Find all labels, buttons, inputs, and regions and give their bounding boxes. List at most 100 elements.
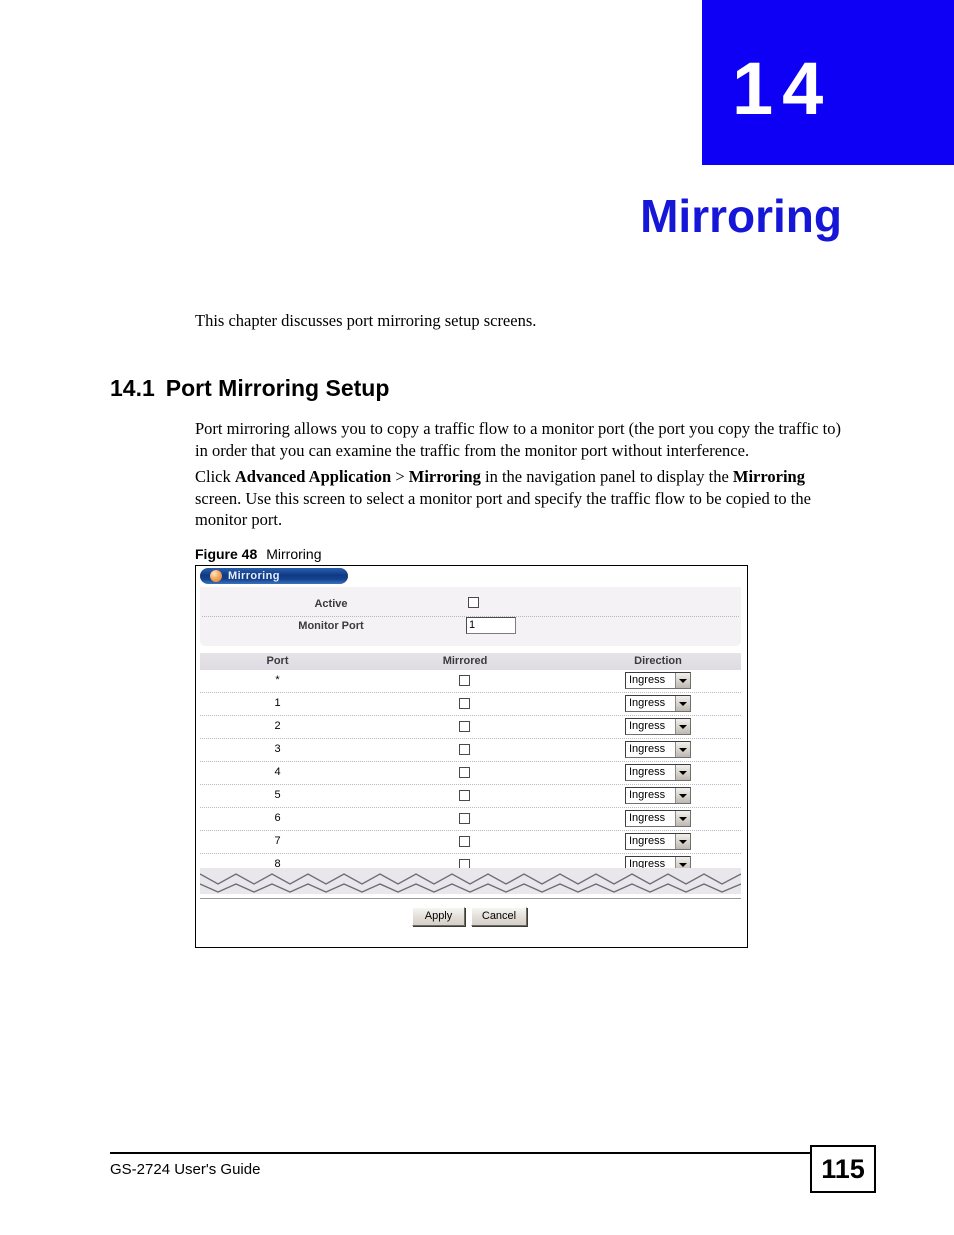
- chapter-number-banner: 14: [702, 0, 954, 165]
- direction-select[interactable]: Ingress: [625, 741, 691, 758]
- paragraph-2-text-3: in the navigation panel to display the: [480, 467, 733, 486]
- mirrored-checkbox[interactable]: [459, 836, 470, 847]
- direction-select-value: Ingress: [629, 812, 666, 824]
- orange-sphere-icon: [210, 570, 222, 582]
- chevron-down-icon[interactable]: [675, 742, 690, 757]
- chevron-down-icon[interactable]: [675, 834, 690, 849]
- active-label: Active: [314, 598, 348, 610]
- chevron-down-icon[interactable]: [675, 788, 690, 803]
- chevron-down-icon[interactable]: [675, 811, 690, 826]
- cell-direction: Ingress: [575, 670, 741, 692]
- cell-direction: Ingress: [575, 785, 741, 807]
- cell-direction: Ingress: [575, 831, 741, 853]
- cell-mirrored: [355, 831, 575, 853]
- cell-direction: Ingress: [575, 739, 741, 761]
- table-row: 4 Ingress: [200, 762, 741, 785]
- table-row: 5 Ingress: [200, 785, 741, 808]
- direction-select-value: Ingress: [629, 697, 666, 709]
- direction-select[interactable]: Ingress: [625, 718, 691, 735]
- zigzag-graphic: [200, 873, 741, 893]
- cell-port: 2: [274, 720, 281, 732]
- chapter-number: 14: [732, 47, 833, 130]
- cell-direction: Ingress: [575, 762, 741, 784]
- figure-caption-text: Mirroring: [266, 546, 322, 562]
- direction-select-value: Ingress: [629, 743, 666, 755]
- paragraph-2-text-4: screen. Use this screen to select a moni…: [195, 488, 811, 530]
- column-header-mirrored: Mirrored: [442, 655, 488, 667]
- settings-row-active: Active: [200, 595, 741, 616]
- mirrored-checkbox[interactable]: [459, 767, 470, 778]
- direction-select[interactable]: Ingress: [625, 695, 691, 712]
- figure-screenshot-frame: Mirroring Active Monitor Port 1 Port Mir…: [195, 565, 748, 948]
- page-number: 115: [821, 1154, 865, 1184]
- section-title: Port Mirroring Setup: [165, 375, 390, 401]
- screen-title-label: Mirroring: [228, 570, 280, 582]
- cell-port: 4: [274, 766, 281, 778]
- cell-port: 3: [274, 743, 281, 755]
- cell-direction: Ingress: [575, 716, 741, 738]
- table-body: * Ingress 1 Ingress 2 Ingress 3 Ingress 4 Ingress…: [200, 670, 741, 877]
- paragraph-2-bold-2: Mirroring: [408, 467, 481, 486]
- monitor-port-label: Monitor Port: [298, 620, 364, 632]
- direction-select[interactable]: Ingress: [625, 764, 691, 781]
- column-header-port: Port: [266, 655, 289, 667]
- footer-divider: [110, 1152, 810, 1154]
- cell-port: *: [275, 674, 280, 686]
- chevron-down-icon[interactable]: [675, 719, 690, 734]
- section-heading: 14.1 Port Mirroring Setup: [110, 374, 389, 402]
- figure-caption: Figure 48 Mirroring: [195, 546, 321, 563]
- apply-button[interactable]: Apply: [412, 907, 465, 926]
- chevron-down-icon[interactable]: [675, 673, 690, 688]
- monitor-port-input[interactable]: 1: [466, 617, 516, 634]
- paragraph-2-bold-1: Advanced Application: [234, 467, 392, 486]
- section-paragraph-2: Click Advanced Application > Mirroring i…: [195, 466, 843, 531]
- footer-guide-name: GS-2724 User's Guide: [110, 1161, 261, 1178]
- direction-select[interactable]: Ingress: [625, 787, 691, 804]
- table-row: * Ingress: [200, 670, 741, 693]
- direction-select-value: Ingress: [629, 835, 666, 847]
- cell-port: 7: [274, 835, 281, 847]
- screen-button-bar: Apply Cancel: [200, 898, 741, 933]
- mirrored-checkbox[interactable]: [459, 790, 470, 801]
- mirrored-checkbox[interactable]: [459, 698, 470, 709]
- direction-select[interactable]: Ingress: [625, 672, 691, 689]
- port-mirroring-table: Port Mirrored Direction * Ingress 1 Ingress…: [200, 653, 741, 877]
- table-row: 3 Ingress: [200, 739, 741, 762]
- chevron-down-icon[interactable]: [675, 696, 690, 711]
- mirrored-checkbox[interactable]: [459, 813, 470, 824]
- paragraph-2-text-1: Click: [195, 467, 235, 486]
- chevron-down-icon[interactable]: [675, 765, 690, 780]
- direction-select[interactable]: Ingress: [625, 833, 691, 850]
- active-checkbox[interactable]: [468, 597, 479, 608]
- chapter-intro-text: This chapter discusses port mirroring se…: [195, 311, 537, 330]
- mirrored-checkbox[interactable]: [459, 744, 470, 755]
- table-row: 2 Ingress: [200, 716, 741, 739]
- cell-direction: Ingress: [575, 693, 741, 715]
- table-row: 7 Ingress: [200, 831, 741, 854]
- cell-direction: Ingress: [575, 808, 741, 830]
- section-paragraph-1: Port mirroring allows you to copy a traf…: [195, 419, 841, 460]
- direction-select-value: Ingress: [629, 766, 666, 778]
- cell-port: 1: [274, 697, 281, 709]
- cell-mirrored: [355, 762, 575, 784]
- table-header-row: Port Mirrored Direction: [200, 653, 741, 670]
- paragraph-2-bold-3: Mirroring: [732, 467, 805, 486]
- cell-port: 6: [274, 812, 281, 824]
- direction-select[interactable]: Ingress: [625, 810, 691, 827]
- paragraph-2-text-2: >: [391, 467, 409, 486]
- cancel-button[interactable]: Cancel: [471, 907, 527, 926]
- mirrored-checkbox[interactable]: [459, 675, 470, 686]
- chapter-title: Mirroring: [640, 190, 842, 242]
- cell-mirrored: [355, 808, 575, 830]
- settings-row-monitor-port: Monitor Port 1: [200, 617, 741, 638]
- direction-select-value: Ingress: [629, 674, 666, 686]
- figure-label: Figure 48: [195, 546, 258, 562]
- cell-mirrored: [355, 739, 575, 761]
- cell-mirrored: [355, 716, 575, 738]
- mirrored-checkbox[interactable]: [459, 721, 470, 732]
- page-number-box: 115: [810, 1145, 876, 1193]
- table-truncation-zigzag: [200, 868, 741, 894]
- cell-mirrored: [355, 693, 575, 715]
- direction-select-value: Ingress: [629, 720, 666, 732]
- table-row: 1 Ingress: [200, 693, 741, 716]
